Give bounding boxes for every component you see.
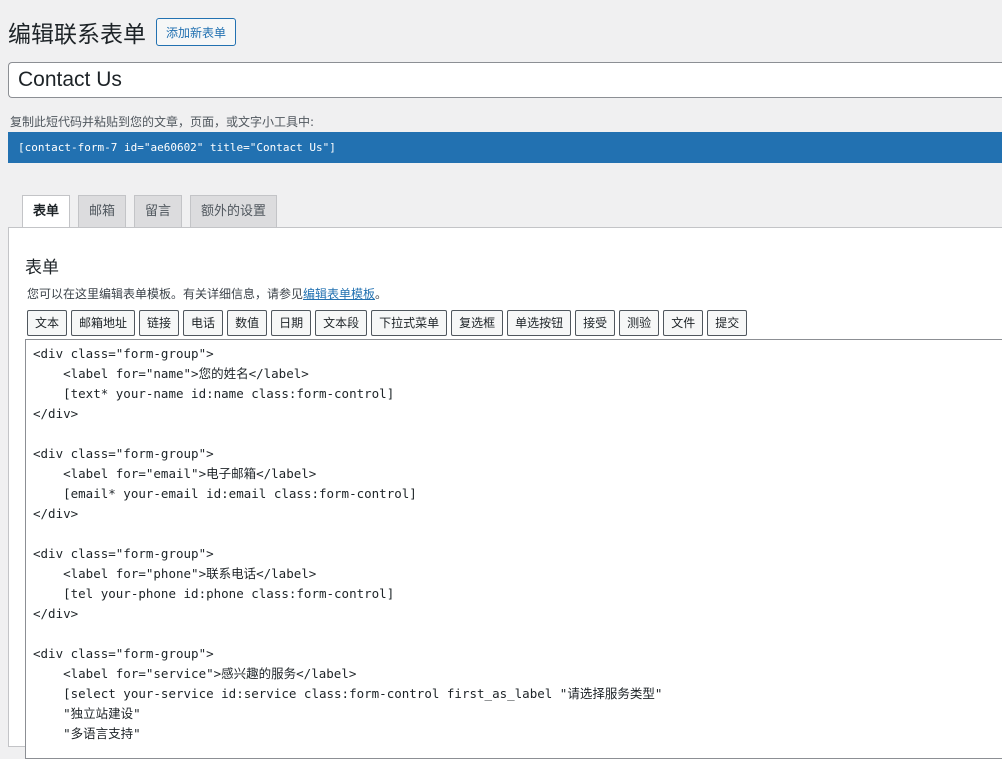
code-line: [text* your-name id:name class:form-cont…	[33, 386, 395, 401]
code-line: <label for="name">您的姓名</label>	[33, 366, 309, 381]
form-template-editor[interactable]: <div class="form-group"> <label for="nam…	[25, 339, 1002, 759]
page-header: 编辑联系表单 添加新表单	[8, 16, 237, 48]
tag-button-date[interactable]: 日期	[271, 310, 312, 336]
code-line: </div>	[33, 506, 79, 521]
panel-desc-text: 您可以在这里编辑表单模板。有关详细信息，请参见	[27, 287, 304, 301]
shortcode-field[interactable]: [contact-form-7 id="ae60602" title="Cont…	[8, 132, 1002, 163]
code-line: <div class="form-group">	[33, 446, 214, 461]
tag-button-file[interactable]: 文件	[663, 310, 704, 336]
code-line: <label for="phone">联系电话</label>	[33, 566, 317, 581]
code-line: <div class="form-group">	[33, 346, 214, 361]
form-panel: 表单 您可以在这里编辑表单模板。有关详细信息，请参见编辑表单模板。 文本 邮箱地…	[8, 227, 1002, 759]
shortcode-hint: 复制此短代码并粘贴到您的文章，页面，或文字小工具中:	[10, 115, 315, 129]
code-line: "独立站建设"	[33, 706, 141, 721]
tag-button-textarea[interactable]: 文本段	[315, 310, 368, 336]
page-title: 编辑联系表单	[8, 22, 146, 48]
tag-button-submit[interactable]: 提交	[707, 310, 748, 336]
tag-button-quiz[interactable]: 测验	[619, 310, 660, 336]
code-line: <div class="form-group">	[33, 546, 214, 561]
panel-description: 您可以在这里编辑表单模板。有关详细信息，请参见编辑表单模板。	[27, 285, 387, 302]
add-new-form-button[interactable]: 添加新表单	[156, 18, 237, 46]
code-line: <label for="service">感兴趣的服务</label>	[33, 666, 357, 681]
tag-generator-toolbar: 文本 邮箱地址 链接 电话 数值 日期 文本段 下拉式菜单 复选框 单选按钮 接…	[27, 310, 751, 336]
code-line: <label for="email">电子邮箱</label>	[33, 466, 317, 481]
tag-button-acceptance[interactable]: 接受	[575, 310, 616, 336]
code-line: </div>	[33, 606, 79, 621]
tag-button-tel[interactable]: 电话	[183, 310, 224, 336]
tag-button-number[interactable]: 数值	[227, 310, 268, 336]
editor-tabs: 表单 邮箱 留言 额外的设置	[22, 195, 285, 228]
code-line: </div>	[33, 406, 79, 421]
tab-messages[interactable]: 留言	[134, 195, 183, 227]
tag-button-email[interactable]: 邮箱地址	[71, 310, 136, 336]
panel-desc-suffix: 。	[375, 287, 388, 301]
tab-form[interactable]: 表单	[22, 195, 71, 228]
tag-button-radio[interactable]: 单选按钮	[507, 310, 572, 336]
code-line: "多语言支持"	[33, 726, 141, 741]
code-line: [select your-service id:service class:fo…	[33, 686, 663, 701]
panel-title: 表单	[25, 258, 59, 278]
edit-template-link[interactable]: 编辑表单模板	[303, 287, 375, 301]
tab-mail[interactable]: 邮箱	[78, 195, 127, 227]
code-line: <div class="form-group">	[33, 646, 214, 661]
tag-button-select[interactable]: 下拉式菜单	[371, 310, 448, 336]
form-title-input[interactable]: Contact Us	[8, 62, 1002, 98]
tag-button-text[interactable]: 文本	[27, 310, 68, 336]
tag-button-url[interactable]: 链接	[139, 310, 180, 336]
tab-additional-settings[interactable]: 额外的设置	[190, 195, 278, 227]
tag-button-checkbox[interactable]: 复选框	[451, 310, 504, 336]
code-line: [tel your-phone id:phone class:form-cont…	[33, 586, 395, 601]
code-line: [email* your-email id:email class:form-c…	[33, 486, 417, 501]
